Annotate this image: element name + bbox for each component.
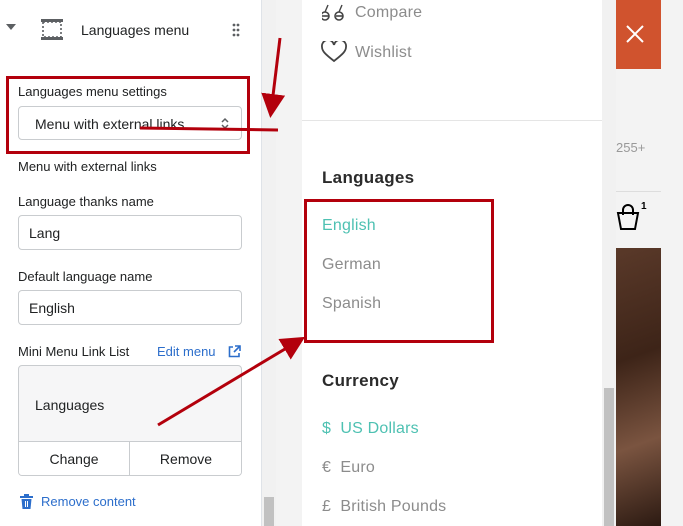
languages-highlight-box (304, 199, 494, 343)
background-count-text: 255+ (616, 140, 646, 155)
selected-menu-name: Languages (35, 397, 105, 413)
languages-heading: Languages (322, 168, 415, 187)
cart-count-badge: 1 (641, 201, 647, 212)
remove-content-link[interactable]: Remove content (41, 494, 136, 509)
currency-item-gbp[interactable]: £ British Pounds (322, 498, 446, 516)
compare-icon (322, 4, 344, 21)
compare-link[interactable]: Compare (355, 4, 422, 22)
caret-down-icon[interactable] (6, 24, 16, 30)
default-language-label: Default language name (18, 269, 153, 284)
currency-symbol: £ (322, 498, 332, 515)
drawer-divider (302, 120, 602, 121)
drawer-scrollbar-thumb[interactable] (604, 388, 614, 526)
section-block-icon (41, 19, 63, 40)
currency-item-eur[interactable]: € Euro (322, 459, 375, 477)
currency-label: Euro (340, 459, 376, 476)
shopping-bag-icon[interactable] (615, 204, 641, 230)
thanks-name-input[interactable] (18, 215, 242, 250)
edit-menu-link[interactable]: Edit menu (157, 344, 216, 359)
default-language-input[interactable] (18, 290, 242, 325)
currency-item-usd[interactable]: $ US Dollars (322, 420, 419, 438)
link-list-label: Mini Menu Link List (18, 344, 130, 359)
section-title: Languages menu (81, 22, 190, 38)
trash-icon[interactable] (20, 494, 33, 509)
currency-label: British Pounds (340, 498, 447, 515)
heart-icon (321, 41, 347, 63)
settings-scrollbar-thumb[interactable] (264, 497, 274, 526)
settings-scrollbar[interactable] (262, 0, 276, 526)
wishlist-link[interactable]: Wishlist (355, 44, 412, 62)
close-icon[interactable] (626, 25, 644, 43)
link-list-card: Languages Change Remove (18, 365, 242, 476)
remove-menu-button[interactable]: Remove (130, 441, 241, 475)
drag-handle-icon[interactable] (231, 23, 241, 37)
currency-symbol: $ (322, 420, 332, 437)
settings-highlight-box (6, 76, 250, 154)
currency-symbol: € (322, 459, 332, 476)
section-header[interactable]: Languages menu (0, 0, 262, 60)
currency-heading: Currency (322, 371, 400, 390)
select-help-text: Menu with external links (18, 159, 157, 174)
thanks-name-label: Language thanks name (18, 194, 154, 209)
currency-label: US Dollars (340, 420, 419, 437)
external-link-icon[interactable] (228, 345, 241, 358)
change-menu-button[interactable]: Change (19, 441, 130, 475)
